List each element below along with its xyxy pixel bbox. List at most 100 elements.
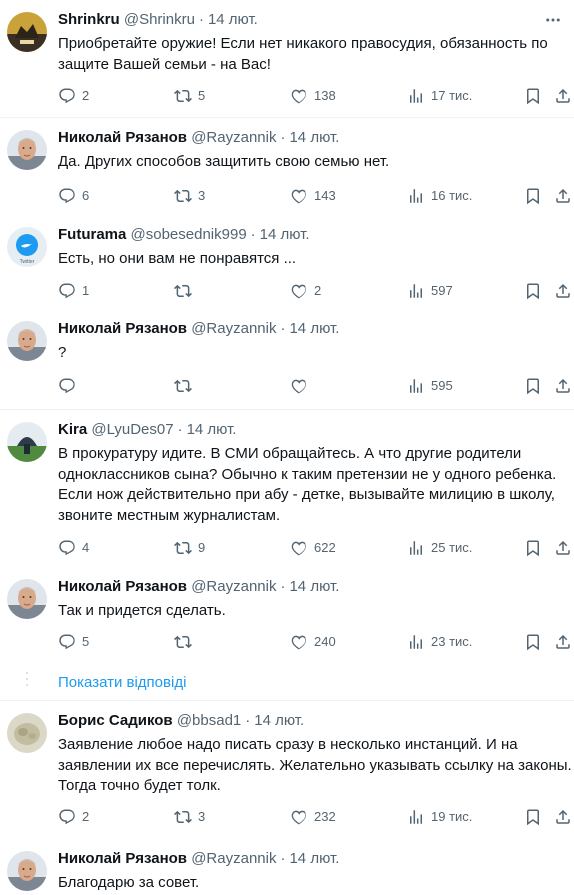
- user-handle[interactable]: @bbsad1: [177, 712, 241, 729]
- share-button[interactable]: [554, 186, 572, 206]
- separator-dot: ·: [280, 578, 286, 595]
- bookmark-icon: [524, 187, 542, 205]
- reply-button[interactable]: 6: [58, 186, 89, 206]
- views-button[interactable]: 23 тис.: [407, 632, 472, 652]
- avatar[interactable]: [7, 130, 47, 170]
- bookmark-button[interactable]: [524, 86, 542, 106]
- share-button[interactable]: [554, 538, 572, 558]
- reply-button[interactable]: 1: [58, 281, 89, 301]
- show-replies-link[interactable]: Показати відповіді: [58, 673, 186, 693]
- tweet-date[interactable]: 14 лют.: [289, 320, 339, 337]
- user-handle[interactable]: @Rayzannik: [191, 578, 276, 595]
- tweet-actions: 6 3 143 16 тис.: [58, 186, 574, 206]
- bookmark-button[interactable]: [524, 632, 542, 652]
- views-button[interactable]: 17 тис.: [407, 86, 472, 106]
- user-handle[interactable]: @sobesednik999: [131, 226, 247, 243]
- retweet-button[interactable]: 3: [174, 186, 205, 206]
- tweet-date[interactable]: 14 лют.: [254, 712, 304, 729]
- bookmark-button[interactable]: [524, 281, 542, 301]
- like-button[interactable]: 240: [290, 632, 336, 652]
- retweet-button[interactable]: 5: [174, 86, 205, 106]
- reply-button[interactable]: 4: [58, 538, 89, 558]
- user-handle[interactable]: @Rayzannik: [191, 850, 276, 867]
- tweet[interactable]: Борис Садиков @bbsad1 · 14 лют. Заявление л…: [0, 700, 574, 839]
- tweet[interactable]: Kira @LyuDes07 · 14 лют. В прокуратуру идит…: [0, 409, 574, 567]
- avatar[interactable]: Twitter: [7, 227, 47, 267]
- bookmark-button[interactable]: [524, 376, 542, 396]
- like-button[interactable]: 622: [290, 538, 336, 558]
- tweet-header: Kira @LyuDes07 · 14 лют.: [58, 420, 236, 440]
- like-count: 622: [314, 540, 336, 555]
- tweet[interactable]: Shrinkru @Shrinkru · 14 лют. Приобретайте о…: [0, 0, 574, 117]
- like-button[interactable]: 143: [290, 186, 336, 206]
- retweet-button[interactable]: 3: [174, 807, 205, 827]
- avatar[interactable]: [7, 12, 47, 52]
- user-handle[interactable]: @Rayzannik: [191, 129, 276, 146]
- avatar[interactable]: [7, 713, 47, 753]
- share-button[interactable]: [554, 86, 572, 106]
- share-button[interactable]: [554, 281, 572, 301]
- reply-button[interactable]: 2: [58, 86, 89, 106]
- bookmark-button[interactable]: [524, 186, 542, 206]
- like-icon: [290, 282, 308, 300]
- tweet-date[interactable]: 14 лют.: [289, 129, 339, 146]
- bookmark-button[interactable]: [524, 538, 542, 558]
- like-count: 143: [314, 188, 336, 203]
- reply-button[interactable]: [58, 376, 76, 396]
- views-button[interactable]: 597: [407, 281, 453, 301]
- tweet-date[interactable]: 14 лют.: [187, 421, 237, 438]
- views-button[interactable]: 25 тис.: [407, 538, 472, 558]
- display-name[interactable]: Shrinkru: [58, 11, 120, 28]
- views-icon: [407, 187, 425, 205]
- views-button[interactable]: 595: [407, 376, 453, 396]
- reply-button[interactable]: 5: [58, 632, 89, 652]
- views-button[interactable]: 19 тис.: [407, 807, 472, 827]
- retweet-button[interactable]: [174, 281, 192, 301]
- display-name[interactable]: Futurama: [58, 226, 126, 243]
- tweet[interactable]: Николай Рязанов @Rayzannik · 14 лют.? 595: [0, 309, 574, 409]
- bookmark-button[interactable]: [524, 807, 542, 827]
- display-name[interactable]: Николай Рязанов: [58, 850, 187, 867]
- display-name[interactable]: Николай Рязанов: [58, 129, 187, 146]
- avatar[interactable]: [7, 321, 47, 361]
- tweet-date[interactable]: 14 лют.: [289, 578, 339, 595]
- display-name[interactable]: Николай Рязанов: [58, 578, 187, 595]
- user-handle[interactable]: @LyuDes07: [91, 421, 173, 438]
- avatar[interactable]: [7, 422, 47, 462]
- user-handle[interactable]: @Rayzannik: [191, 320, 276, 337]
- like-button[interactable]: [290, 376, 308, 396]
- retweet-icon: [174, 187, 192, 205]
- display-name[interactable]: Николай Рязанов: [58, 320, 187, 337]
- tweet-date[interactable]: 14 лют.: [208, 11, 258, 28]
- thread-dots: [26, 672, 28, 690]
- tweet-actions: 5 240 23 тис.: [58, 632, 574, 652]
- separator-dot: ·: [280, 320, 286, 337]
- like-icon: [290, 87, 308, 105]
- like-button[interactable]: 138: [290, 86, 336, 106]
- share-button[interactable]: [554, 807, 572, 827]
- views-button[interactable]: 16 тис.: [407, 186, 472, 206]
- retweet-button[interactable]: [174, 376, 192, 396]
- share-button[interactable]: [554, 632, 572, 652]
- tweet[interactable]: Twitter Futurama @sobesednik999 · 14 лют. Ес…: [0, 215, 574, 309]
- retweet-button[interactable]: 9: [174, 538, 205, 558]
- retweet-count: 3: [198, 188, 206, 203]
- tweet[interactable]: Николай Рязанов @Rayzannik · 14 лют. Благод…: [0, 839, 574, 895]
- tweet[interactable]: Николай Рязанов @Rayzannik · 14 лют. Да. Др…: [0, 117, 574, 215]
- like-button[interactable]: 2: [290, 281, 321, 301]
- display-name[interactable]: Борис Садиков: [58, 712, 173, 729]
- tweet-date[interactable]: 14 лют.: [289, 850, 339, 867]
- avatar[interactable]: [7, 851, 47, 891]
- reply-button[interactable]: 2: [58, 807, 89, 827]
- like-button[interactable]: 232: [290, 807, 336, 827]
- user-handle[interactable]: @Shrinkru: [124, 11, 195, 28]
- tweet-date[interactable]: 14 лют.: [260, 226, 310, 243]
- more-options-icon[interactable]: [544, 11, 564, 31]
- display-name[interactable]: Kira: [58, 421, 87, 438]
- share-button[interactable]: [554, 376, 572, 396]
- reply-count: 1: [82, 283, 90, 298]
- avatar[interactable]: [7, 579, 47, 619]
- tweet-text-line: Так и придется сделать.: [58, 602, 226, 619]
- separator-dot: ·: [280, 129, 286, 146]
- retweet-button[interactable]: [174, 632, 192, 652]
